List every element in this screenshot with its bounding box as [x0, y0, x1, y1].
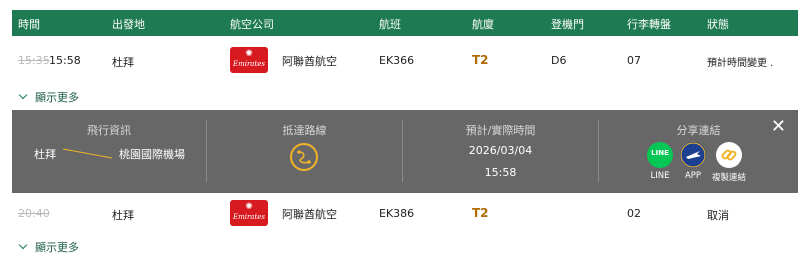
chevron-down-icon [18, 90, 28, 100]
header-flight: 航班 [379, 18, 401, 31]
airline-name: 阿聯酋航空 [282, 55, 337, 68]
header-status: 狀態 [707, 18, 729, 31]
scheduled-time: 15:35 [18, 54, 50, 67]
line-icon: LINE [651, 149, 669, 157]
route-from: 杜拜 [34, 148, 56, 161]
route-line-icon [62, 148, 113, 159]
airline-name: 阿聯酋航空 [282, 208, 337, 221]
origin: 杜拜 [112, 209, 134, 222]
terminal: T2 [472, 206, 489, 220]
gate: D6 [551, 54, 567, 67]
detail-time: 15:58 [484, 166, 517, 179]
flight-row[interactable]: 20:40 杜拜 ✺ Emirates 阿聯酋航空 EK386 T2 02 取消 [12, 193, 798, 233]
close-icon[interactable]: ✕ [771, 118, 786, 136]
app-label: APP [684, 171, 702, 181]
copy-link-label: 複製連結 [711, 173, 746, 183]
origin: 杜拜 [112, 56, 134, 69]
route-to: 桃園國際機場 [119, 148, 185, 161]
baggage-carousel: 02 [627, 207, 641, 220]
flight-info-title: 飛行資訊 [87, 124, 131, 137]
copy-link-button[interactable] [716, 142, 742, 168]
route-icon[interactable] [289, 142, 319, 172]
scheduled-time: 20:40 [18, 207, 50, 220]
time-section: 預計/實際時間 2026/03/04 15:58 [403, 110, 598, 193]
status: 取消 [707, 209, 729, 222]
emirates-logo: ✺ Emirates [230, 47, 268, 73]
airline-logo-text: Emirates [232, 60, 266, 68]
terminal: T2 [472, 53, 489, 67]
time-title: 預計/實際時間 [465, 124, 536, 137]
flight-number: EK366 [379, 54, 415, 67]
emirates-logo: ✺ Emirates [230, 200, 268, 226]
show-more-label: 顯示更多 [35, 241, 79, 254]
show-more-button[interactable]: 顯示更多 [18, 89, 79, 105]
share-section: 分享連結 LINE LINE APP 複製連結 ✕ [599, 110, 798, 193]
flight-row[interactable]: 15:35 15:58 杜拜 ✺ Emirates 阿聯酋航空 EK366 T2… [12, 40, 798, 80]
show-more-button[interactable]: 顯示更多 [18, 239, 79, 254]
actual-time: 15:58 [49, 54, 81, 67]
table-header: 時間 出發地 航空公司 航班 航廈 登機門 行李轉盤 狀態 [12, 10, 798, 36]
link-icon [721, 149, 737, 161]
detail-date: 2026/03/04 [468, 144, 533, 157]
header-time: 時間 [18, 18, 40, 31]
flight-info-section: 飛行資訊 杜拜 桃園國際機場 [12, 110, 206, 193]
route-section: 抵達路線 [207, 110, 402, 193]
header-baggage: 行李轉盤 [627, 18, 671, 31]
status: 預計時間變更 . [707, 58, 774, 69]
header-airline: 航空公司 [230, 18, 274, 31]
flight-detail-panel: 飛行資訊 杜拜 桃園國際機場 抵達路線 預計/實際時間 2026/03/04 1… [12, 110, 798, 193]
chevron-down-icon [18, 240, 28, 250]
airline-logo-text: Emirates [232, 213, 266, 221]
baggage-carousel: 07 [627, 54, 641, 67]
flight-number: EK386 [379, 207, 415, 220]
header-gate: 登機門 [551, 18, 584, 31]
header-terminal: 航廈 [472, 18, 494, 31]
header-origin: 出發地 [112, 18, 145, 31]
app-icon [680, 142, 706, 168]
app-share-button[interactable] [680, 142, 706, 168]
share-title: 分享連結 [676, 124, 721, 137]
route-title: 抵達路線 [282, 124, 327, 137]
line-share-button[interactable]: LINE [647, 142, 673, 168]
show-more-label: 顯示更多 [35, 91, 79, 104]
